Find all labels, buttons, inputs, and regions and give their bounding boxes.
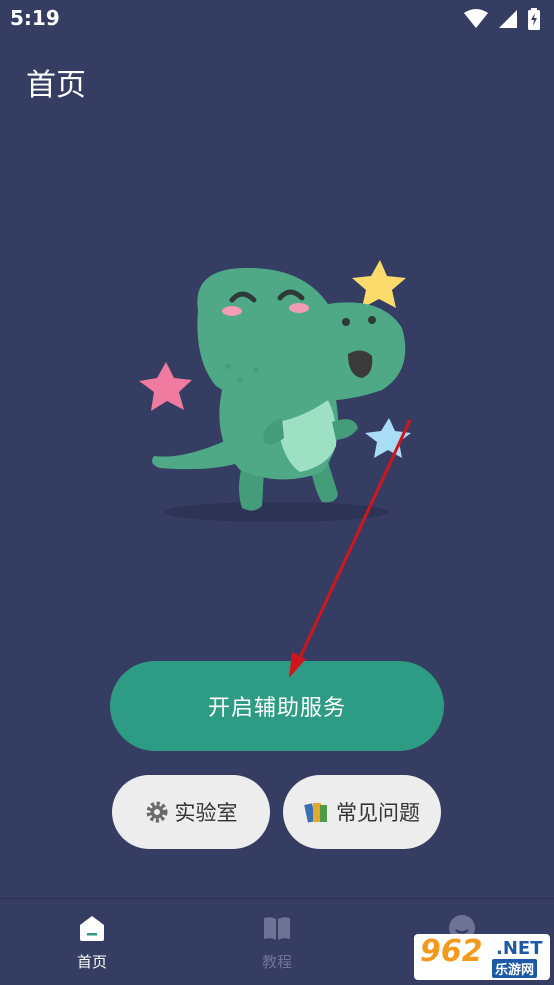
dinosaur-mascot-illustration	[139, 260, 411, 522]
blue-star-icon	[365, 418, 411, 458]
watermark-sub: 乐游网	[492, 959, 538, 978]
status-bar: 5:19	[0, 0, 554, 38]
status-icons	[464, 8, 540, 30]
home-icon	[80, 916, 104, 941]
battery-icon	[528, 8, 540, 30]
lab-button[interactable]: 实验室	[112, 775, 270, 849]
faq-button[interactable]: 常见问题	[283, 775, 441, 849]
tab-tutorial[interactable]: 教程	[237, 913, 317, 972]
wifi-icon	[464, 9, 488, 28]
gear-icon	[146, 801, 167, 823]
site-watermark: 962 .NET 乐游网	[414, 934, 550, 980]
watermark-net: .NET	[496, 938, 543, 959]
tab-home-label: 首页	[76, 953, 107, 971]
books-icon	[304, 803, 327, 823]
tab-tutorial-label: 教程	[261, 953, 292, 971]
page-title: 首页	[26, 68, 86, 103]
status-time: 5:19	[10, 6, 60, 30]
signal-icon	[499, 10, 517, 28]
enable-accessibility-service-button[interactable]: 开启辅助服务	[110, 661, 444, 751]
tab-home[interactable]: 首页	[52, 913, 132, 972]
faq-button-label: 常见问题	[336, 801, 420, 825]
lab-button-label: 实验室	[174, 801, 238, 825]
yellow-star-icon	[352, 260, 406, 308]
pink-star-icon	[139, 362, 192, 411]
book-icon	[264, 917, 290, 940]
watermark-number: 962	[420, 934, 483, 969]
